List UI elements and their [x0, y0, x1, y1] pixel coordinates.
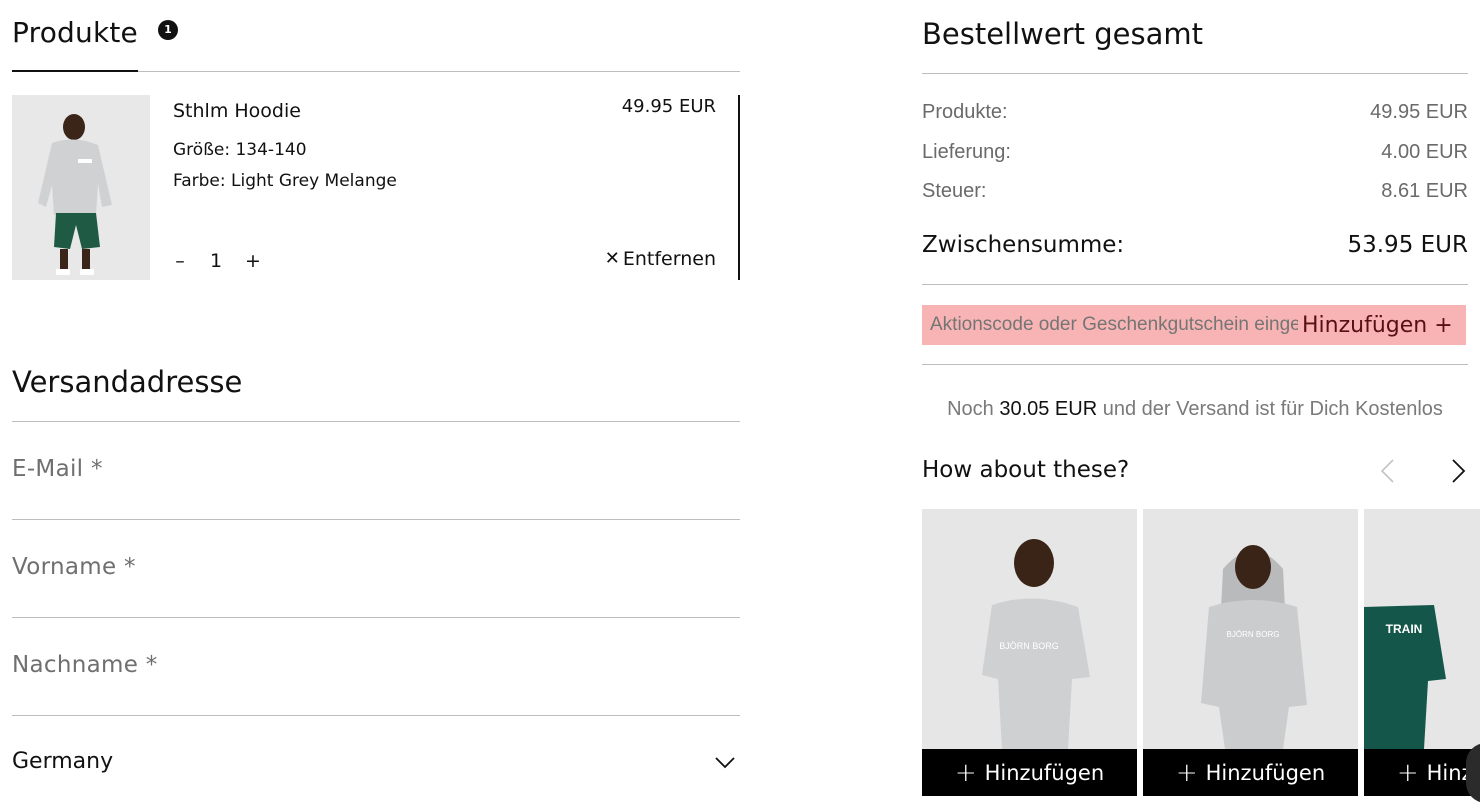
- divider: [922, 73, 1468, 74]
- suggestions-title: How about these?: [922, 457, 1130, 483]
- chevron-left-icon[interactable]: [1376, 458, 1402, 484]
- free-shipping-prefix: Noch: [947, 398, 994, 420]
- remove-label: Entfernen: [622, 248, 716, 270]
- plus-icon: +: [1396, 757, 1419, 788]
- quantity-increase-button[interactable]: +: [245, 249, 261, 273]
- promo-add-button[interactable]: Hinzufügen +: [1302, 313, 1453, 338]
- suggestion-card: BJÖRN BORG + Hinzufügen: [1143, 509, 1358, 796]
- quantity-stepper: – 1 +: [173, 247, 261, 275]
- close-icon: ✕: [604, 248, 620, 269]
- plus-icon: +: [1175, 757, 1198, 788]
- promo-code-bar: Hinzufügen +: [922, 305, 1466, 345]
- products-header: Produkte 1: [12, 0, 740, 72]
- suggestion-card: TRAIN + Hinzufügen: [1364, 509, 1480, 796]
- suggestion-image[interactable]: BJÖRN BORG: [922, 509, 1137, 749]
- order-total-title: Bestellwert gesamt: [922, 17, 1203, 51]
- summary-value: 4.00 EUR: [1381, 141, 1468, 163]
- summary-row-delivery: Lieferung: 4.00 EUR: [922, 140, 1468, 164]
- product-size: Größe: 134-140: [173, 140, 307, 160]
- free-shipping-suffix: und der Versand ist für Dich Kostenlos: [1102, 398, 1443, 420]
- lastname-label: Nachname *: [12, 652, 158, 678]
- chevron-down-icon: [715, 757, 735, 769]
- remove-item-button[interactable]: ✕ Entfernen: [605, 247, 716, 271]
- subtotal-value: 53.95 EUR: [1347, 232, 1468, 258]
- firstname-label: Vorname *: [12, 554, 136, 580]
- summary-label: Steuer:: [922, 180, 987, 202]
- product-name[interactable]: Sthlm Hoodie: [173, 99, 301, 123]
- divider: [922, 364, 1468, 365]
- divider: [922, 284, 1468, 285]
- summary-row-products: Produkte: 49.95 EUR: [922, 100, 1468, 124]
- suggestion-card: BJÖRN BORG + Hinzufügen: [922, 509, 1137, 796]
- email-field[interactable]: E-Mail *: [12, 422, 740, 520]
- plus-icon: +: [954, 757, 977, 788]
- shipping-address-title: Versandadresse: [12, 365, 243, 399]
- country-value: Germany: [12, 749, 114, 774]
- garment-print: BJÖRN BORG: [1227, 630, 1280, 639]
- add-label: Hinzufügen: [1205, 760, 1326, 785]
- suggestion-add-button[interactable]: + Hinzufügen: [1143, 749, 1358, 796]
- suggestions-carousel: BJÖRN BORG + Hinzufügen BJÖRN BORG + Hin…: [922, 509, 1480, 803]
- email-label: E-Mail *: [12, 456, 103, 482]
- lastname-field[interactable]: Nachname *: [12, 618, 740, 716]
- summary-value: 49.95 EUR: [1370, 101, 1468, 123]
- promo-code-input[interactable]: [930, 314, 1298, 336]
- garment-print: BJÖRN BORG: [999, 641, 1059, 651]
- products-tab[interactable]: Produkte 1: [12, 12, 178, 72]
- suggestion-add-button[interactable]: + Hinzufügen: [1364, 749, 1480, 796]
- summary-value: 8.61 EUR: [1381, 180, 1468, 202]
- products-title: Produkte: [12, 16, 138, 49]
- product-color: Farbe: Light Grey Melange: [173, 171, 397, 191]
- suggestion-image[interactable]: TRAIN: [1364, 509, 1480, 749]
- summary-label: Produkte:: [922, 101, 1008, 123]
- country-select[interactable]: Germany: [12, 717, 740, 803]
- cart-count-badge: 1: [158, 20, 178, 40]
- subtotal-row: Zwischensumme: 53.95 EUR: [922, 229, 1468, 261]
- garment-print: TRAIN: [1386, 622, 1423, 636]
- cart-item: Sthlm Hoodie 49.95 EUR Größe: 134-140 Fa…: [12, 95, 740, 280]
- product-price: 49.95 EUR: [621, 96, 716, 117]
- summary-row-tax: Steuer: 8.61 EUR: [922, 179, 1468, 203]
- free-shipping-note: Noch 30.05 EUR und der Versand ist für D…: [922, 397, 1468, 421]
- quantity-value: 1: [209, 250, 223, 272]
- item-divider: [738, 95, 740, 280]
- quantity-decrease-button[interactable]: –: [173, 249, 187, 273]
- subtotal-label: Zwischensumme:: [922, 232, 1125, 258]
- suggestion-add-button[interactable]: + Hinzufügen: [922, 749, 1137, 796]
- suggestion-image[interactable]: BJÖRN BORG: [1143, 509, 1358, 749]
- firstname-field[interactable]: Vorname *: [12, 520, 740, 618]
- product-image[interactable]: [12, 95, 150, 280]
- free-shipping-amount: 30.05 EUR: [999, 398, 1098, 420]
- add-label: Hinzufügen: [984, 760, 1105, 785]
- chevron-right-icon[interactable]: [1444, 458, 1470, 484]
- summary-label: Lieferung:: [922, 141, 1011, 163]
